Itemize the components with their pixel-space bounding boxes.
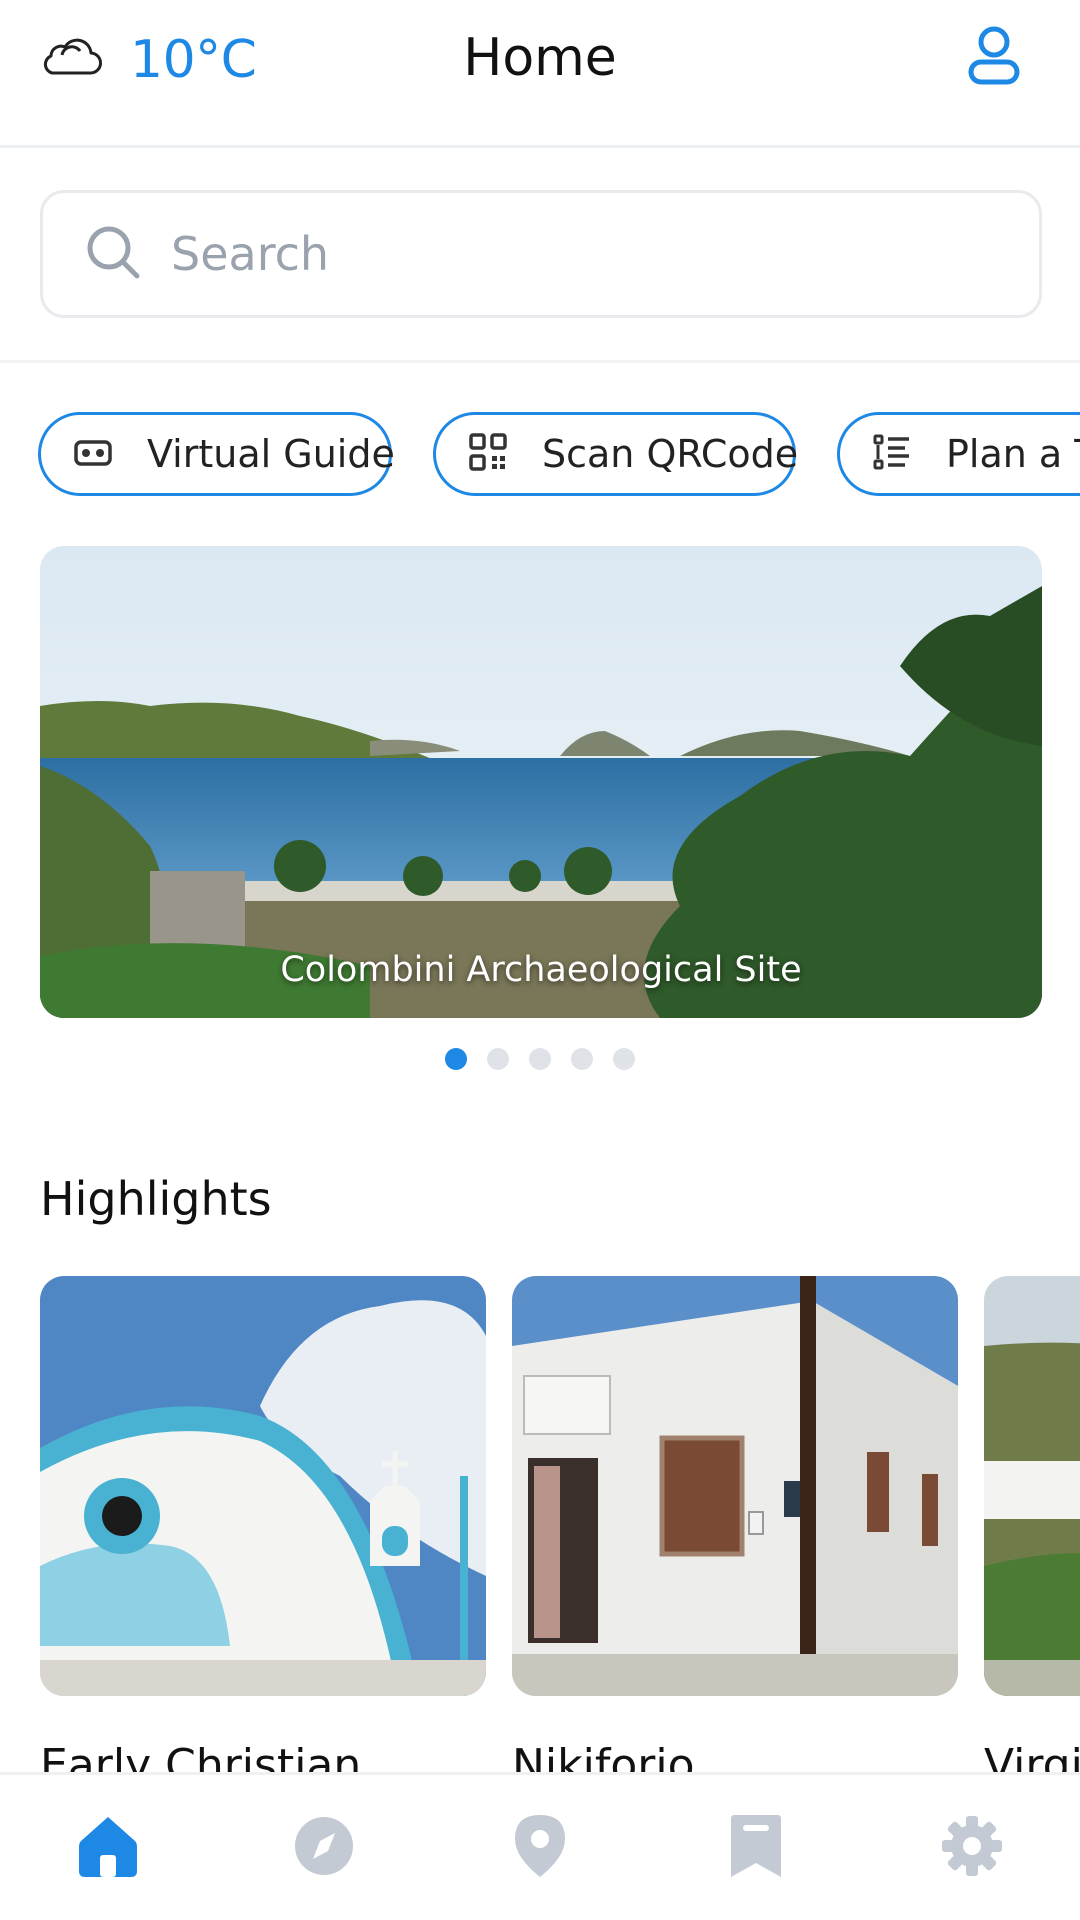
chip-label: Scan QRCode — [542, 432, 799, 476]
card-image — [512, 1276, 958, 1696]
plan-trip-button[interactable]: Plan a Tr — [837, 412, 1080, 496]
highlight-card[interactable]: Nikiforio — [512, 1276, 958, 1791]
carousel-dot-1[interactable] — [445, 1048, 467, 1070]
carousel-dot-2[interactable] — [487, 1048, 509, 1070]
scan-qr-button[interactable]: Scan QRCode — [433, 412, 799, 496]
location-pin-icon — [509, 1813, 571, 1883]
virtual-guide-button[interactable]: Virtual Guide — [38, 412, 395, 496]
highlights-list: Early Christian Nikiforio Virgi — [0, 1276, 1080, 1796]
list-icon — [872, 432, 912, 476]
highlight-card[interactable]: Virgi — [984, 1276, 1080, 1791]
qr-code-icon — [468, 432, 508, 476]
card-image — [40, 1276, 486, 1696]
nav-settings[interactable] — [864, 1775, 1080, 1920]
search-section: Search — [0, 148, 1080, 363]
nav-saved[interactable] — [648, 1775, 864, 1920]
home-icon — [77, 1813, 139, 1883]
user-icon[interactable] — [966, 26, 1022, 86]
carousel-image — [40, 546, 1042, 1018]
quick-actions: Virtual Guide Scan QRCode Plan a — [0, 412, 1080, 496]
carousel-caption: Colombini Archaeological Site — [280, 950, 802, 990]
highlight-card[interactable]: Early Christian — [40, 1276, 486, 1791]
compass-icon — [293, 1813, 355, 1883]
nav-map[interactable] — [432, 1775, 648, 1920]
top-bar: 10°C Home — [0, 0, 1080, 148]
gear-icon — [941, 1813, 1003, 1883]
chip-label: Virtual Guide — [147, 432, 395, 476]
highlights-heading: Highlights — [40, 1172, 272, 1226]
bookmark-icon — [725, 1813, 787, 1883]
card-image — [984, 1276, 1080, 1696]
nav-home[interactable] — [0, 1775, 216, 1920]
bottom-navigation — [0, 1772, 1080, 1920]
carousel-pagination — [0, 1048, 1080, 1072]
vr-headset-icon — [73, 432, 113, 476]
search-placeholder: Search — [171, 227, 330, 281]
featured-carousel[interactable]: Colombini Archaeological Site — [40, 546, 1042, 1018]
carousel-dot-4[interactable] — [571, 1048, 593, 1070]
page-title: Home — [463, 28, 617, 88]
carousel-dot-3[interactable] — [529, 1048, 551, 1070]
search-input[interactable]: Search — [40, 190, 1042, 318]
nav-explore[interactable] — [216, 1775, 432, 1920]
search-icon — [43, 224, 141, 284]
app-screen: 10°C Home Search Virtual Guide Scan QRCo… — [0, 0, 1080, 1920]
chip-label: Plan a Tr — [946, 432, 1080, 476]
carousel-dot-5[interactable] — [613, 1048, 635, 1070]
